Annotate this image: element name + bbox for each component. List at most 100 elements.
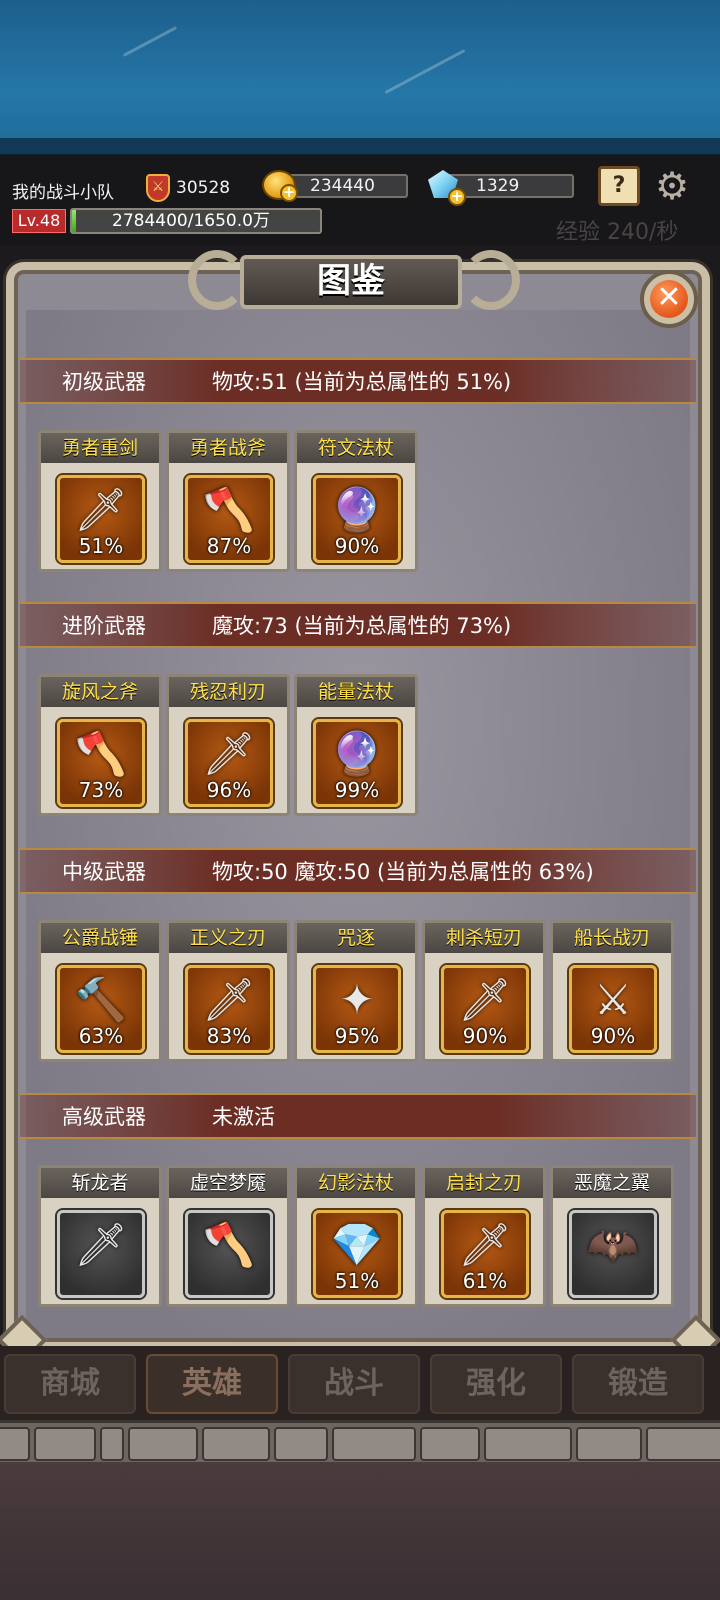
tab-enhance[interactable]: 强化	[430, 1354, 562, 1414]
unseal-blade-icon: 🗡	[458, 1220, 512, 1269]
section-header: 进阶武器 魔攻:73 (当前为总属性的 73%)	[20, 602, 696, 648]
rune-staff-icon: 🔮	[330, 485, 384, 534]
curse-staff-icon: ✦	[339, 975, 375, 1024]
tab-forge[interactable]: 锻造	[572, 1354, 704, 1414]
weapon-card[interactable]: 幻影法杖 💎 51%	[294, 1165, 418, 1307]
weapon-name: 虚空梦魇	[169, 1168, 287, 1198]
weapon-slot[interactable]: ✦ 95%	[313, 965, 401, 1053]
top-background-edge	[0, 138, 720, 156]
section-name: 初级武器	[62, 370, 146, 394]
weapon-slot[interactable]: 🔮 99%	[313, 719, 401, 807]
weapon-slot[interactable]: ⚔ 90%	[569, 965, 657, 1053]
weapon-card[interactable]: 恶魔之翼 🦇	[550, 1165, 674, 1307]
weapon-percent: 51%	[334, 1269, 380, 1293]
title-scroll-ornament	[188, 250, 246, 310]
weapon-card[interactable]: 勇者重剑 🗡 51%	[38, 430, 162, 572]
weapon-slot[interactable]: 🪓 87%	[185, 475, 273, 563]
weapon-slot[interactable]: 🗡	[57, 1210, 145, 1298]
top-background	[0, 0, 720, 155]
section-stat: 物攻:50 魔攻:50 (当前为总属性的 63%)	[212, 860, 594, 884]
weapon-name: 勇者战斧	[169, 433, 287, 463]
weapon-name: 正义之刃	[169, 923, 287, 953]
background-streak	[122, 26, 178, 57]
background-streak	[384, 49, 466, 94]
section-stat: 未激活	[212, 1105, 275, 1129]
weapon-card[interactable]: 旋风之斧 🪓 73%	[38, 674, 162, 816]
gold-amount: 234440	[310, 176, 375, 196]
weapon-percent: 90%	[334, 534, 380, 558]
weapon-slot[interactable]: 💎 51%	[313, 1210, 401, 1298]
weapon-name: 恶魔之翼	[553, 1168, 671, 1198]
phantom-staff-icon: 💎	[330, 1220, 384, 1269]
section-header: 高级武器 未激活	[20, 1093, 696, 1139]
weapon-percent: 83%	[206, 1024, 252, 1048]
weapon-slot[interactable]: 🗡 61%	[441, 1210, 529, 1298]
diamond-icon[interactable]: +	[428, 170, 466, 206]
void-nightmare-icon: 🪓	[202, 1220, 256, 1269]
gold-coin-icon[interactable]: +	[262, 170, 298, 202]
brick-wall	[0, 1420, 720, 1462]
weapon-name: 启封之刃	[425, 1168, 543, 1198]
weapon-name: 公爵战锤	[41, 923, 159, 953]
weapon-name: 幻影法杖	[297, 1168, 415, 1198]
section-header: 中级武器 物攻:50 魔攻:50 (当前为总属性的 63%)	[20, 848, 696, 894]
add-gold-icon[interactable]: +	[280, 184, 298, 202]
title-scroll-ornament	[462, 250, 520, 310]
weapon-card[interactable]: 正义之刃 🗡 83%	[166, 920, 290, 1062]
weapon-name: 船长战刃	[553, 923, 671, 953]
close-button[interactable]: ✕	[640, 270, 698, 328]
section-name: 中级武器	[62, 860, 146, 884]
weapon-percent: 96%	[206, 778, 252, 802]
weapon-card[interactable]: 斩龙者 🗡	[38, 1165, 162, 1307]
panel-title: 图鉴	[240, 255, 462, 309]
close-icon[interactable]: ✕	[650, 280, 688, 318]
section-stat: 物攻:51 (当前为总属性的 51%)	[212, 370, 512, 394]
weapon-name: 残忍利刃	[169, 677, 287, 707]
bottom-nav: 商城 英雄 战斗 强化 锻造	[0, 1346, 720, 1420]
gear-icon[interactable]: ⚙	[652, 166, 692, 206]
tab-shop[interactable]: 商城	[4, 1354, 136, 1414]
weapon-card[interactable]: 虚空梦魇 🪓	[166, 1165, 290, 1307]
tab-battle[interactable]: 战斗	[288, 1354, 420, 1414]
weapon-slot[interactable]: 🦇	[569, 1210, 657, 1298]
weapon-slot[interactable]: 🪓 73%	[57, 719, 145, 807]
combat-power: 30528	[176, 178, 231, 198]
weapon-name: 勇者重剑	[41, 433, 159, 463]
weapon-card[interactable]: 船长战刃 ⚔ 90%	[550, 920, 674, 1062]
team-name: 我的战斗小队	[12, 183, 114, 203]
weapon-card[interactable]: 咒逐 ✦ 95%	[294, 920, 418, 1062]
energy-staff-icon: 🔮	[330, 729, 384, 778]
weapon-slot[interactable]: 🗡 51%	[57, 475, 145, 563]
weapon-slot[interactable]: 🔨 63%	[57, 965, 145, 1053]
war-hammer-icon: 🔨	[74, 975, 128, 1024]
xp-rate: 经验 240/秒	[556, 220, 679, 245]
weapon-slot[interactable]: 🗡 96%	[185, 719, 273, 807]
weapon-slot[interactable]: 🪓	[185, 1210, 273, 1298]
weapon-percent: 90%	[462, 1024, 508, 1048]
add-diamond-icon[interactable]: +	[448, 188, 466, 206]
weapon-slot[interactable]: 🔮 90%	[313, 475, 401, 563]
sword-shield-icon: ⚔	[146, 174, 170, 202]
weapon-slot[interactable]: 🗡 83%	[185, 965, 273, 1053]
whirlwind-axe-icon: 🪓	[74, 729, 128, 778]
section-header: 初级武器 物攻:51 (当前为总属性的 51%)	[20, 358, 696, 404]
level-badge: Lv.48	[12, 209, 66, 233]
weapon-card[interactable]: 残忍利刃 🗡 96%	[166, 674, 290, 816]
weapon-percent: 99%	[334, 778, 380, 802]
xp-bar-fill	[72, 210, 77, 232]
weapon-slot[interactable]: 🗡 90%	[441, 965, 529, 1053]
weapon-card[interactable]: 刺杀短刃 🗡 90%	[422, 920, 546, 1062]
section-name: 高级武器	[62, 1105, 146, 1129]
weapon-percent: 61%	[462, 1269, 508, 1293]
weapon-card[interactable]: 启封之刃 🗡 61%	[422, 1165, 546, 1307]
weapon-percent: 90%	[590, 1024, 636, 1048]
help-book-icon[interactable]: ?	[598, 166, 640, 206]
tab-heroes[interactable]: 英雄	[146, 1354, 278, 1414]
dragon-slayer-icon: 🗡	[74, 1220, 128, 1269]
weapon-name: 旋风之斧	[41, 677, 159, 707]
weapon-card[interactable]: 勇者战斧 🪓 87%	[166, 430, 290, 572]
weapon-card[interactable]: 符文法杖 🔮 90%	[294, 430, 418, 572]
weapon-card[interactable]: 能量法杖 🔮 99%	[294, 674, 418, 816]
weapon-card[interactable]: 公爵战锤 🔨 63%	[38, 920, 162, 1062]
section-stat: 魔攻:73 (当前为总属性的 73%)	[212, 614, 512, 638]
